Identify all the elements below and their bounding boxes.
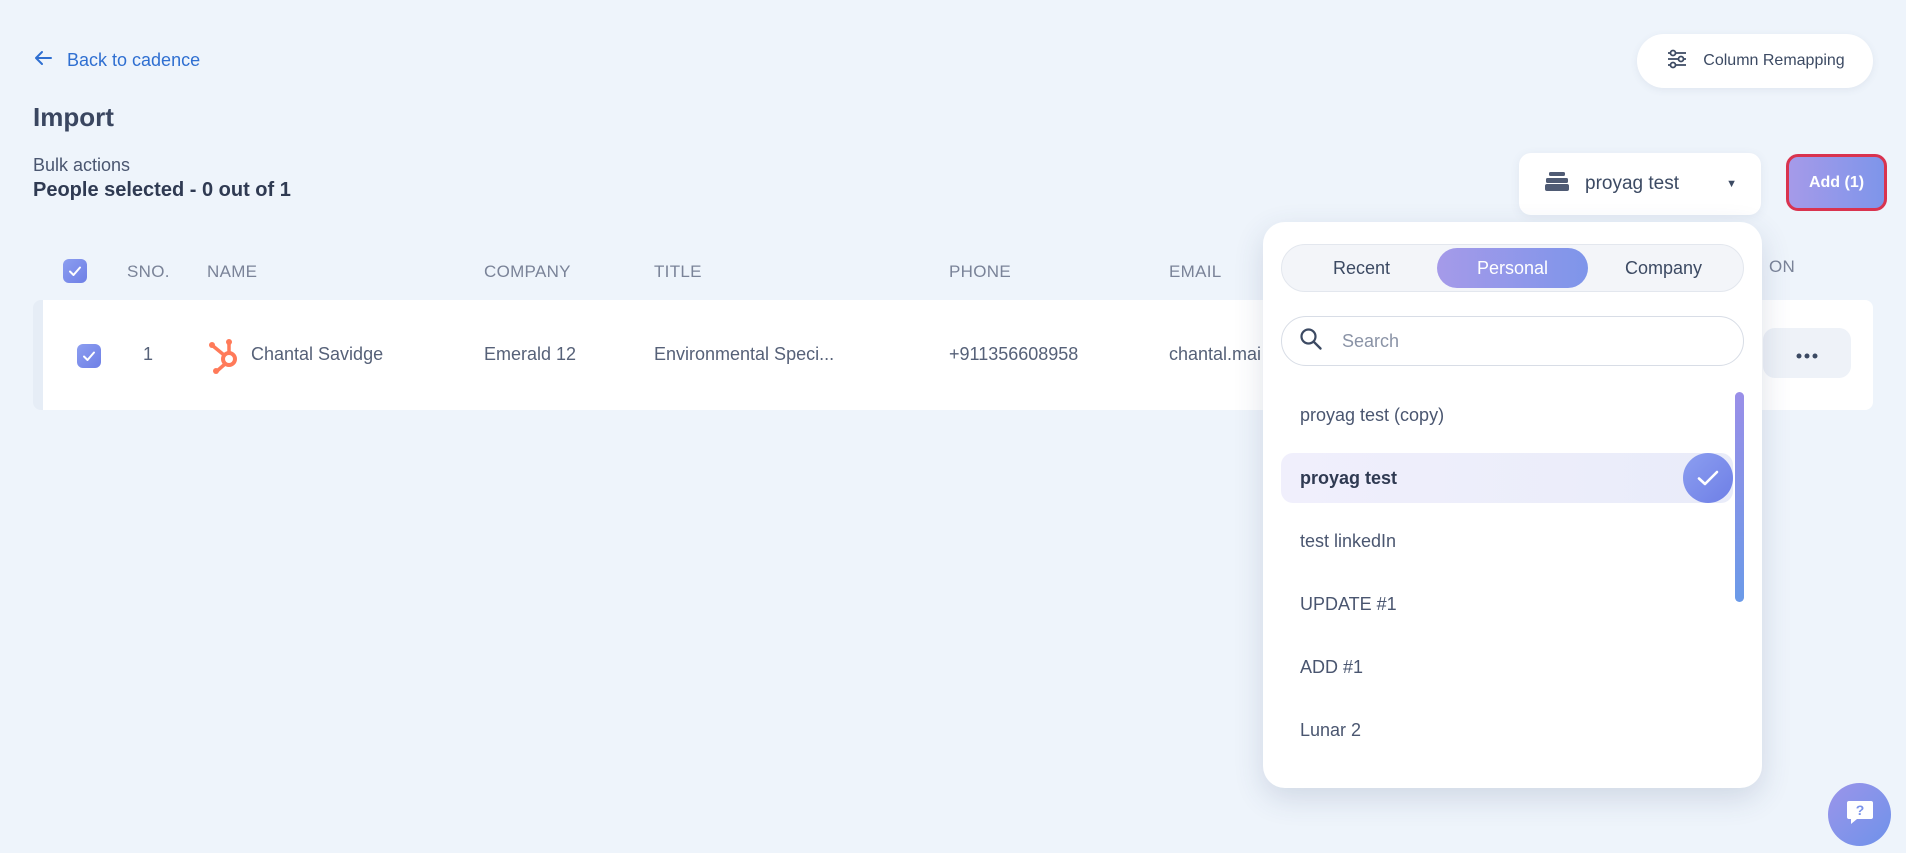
column-header-title: TITLE: [654, 262, 702, 281]
tab-recent[interactable]: Recent: [1286, 248, 1437, 288]
caret-down-icon: ▼: [1726, 178, 1737, 190]
tab-company[interactable]: Company: [1588, 248, 1739, 288]
list-item[interactable]: proyag test (copy): [1281, 390, 1733, 440]
list-item-label: UPDATE #1: [1300, 593, 1397, 614]
row-more-button[interactable]: [1763, 328, 1851, 378]
more-dots-icon: [1795, 343, 1819, 364]
list-item[interactable]: Lunar 2: [1281, 705, 1733, 755]
back-link-label: Back to cadence: [67, 50, 201, 70]
select-all-checkbox[interactable]: [63, 259, 87, 283]
list-select-dropdown[interactable]: proyag test ▼: [1519, 153, 1761, 215]
row-company: Emerald 12: [484, 344, 577, 364]
list-item-label: Lunar 2: [1300, 719, 1362, 740]
svg-text:?: ?: [1855, 802, 1864, 818]
column-header-email: EMAIL: [1169, 262, 1222, 281]
bulk-actions-label: Bulk actions: [33, 155, 131, 175]
arrow-left-icon: [33, 48, 53, 73]
list-item[interactable]: proyag test: [1281, 453, 1733, 503]
column-remapping-button[interactable]: Column Remapping: [1637, 34, 1873, 88]
import-page: Back to cadence Column Remapping Import …: [0, 0, 1906, 853]
column-header-action: ON: [1769, 257, 1796, 276]
stack-icon: [1543, 169, 1571, 199]
row-sno: 1: [143, 344, 154, 364]
list-item-label: proyag test (copy): [1300, 404, 1445, 425]
list-dropdown-panel: Recent Personal Company proyag test (cop…: [1263, 222, 1762, 788]
row-email: chantal.mai: [1169, 344, 1262, 364]
column-header-phone: PHONE: [949, 262, 1011, 281]
list-item[interactable]: UPDATE #1: [1281, 579, 1733, 629]
search-box: [1281, 316, 1744, 366]
list-item-label: ADD #1: [1300, 656, 1364, 677]
back-to-cadence-link[interactable]: Back to cadence: [33, 48, 200, 73]
add-button[interactable]: Add (1): [1786, 154, 1887, 211]
row-title: Environmental Speci...: [654, 344, 835, 364]
hubspot-icon: [207, 336, 241, 379]
list-item[interactable]: test linkedIn: [1281, 516, 1733, 566]
column-remapping-label: Column Remapping: [1703, 52, 1845, 69]
column-header-sno: SNO.: [127, 262, 170, 281]
row-name[interactable]: Chantal Savidge: [251, 344, 383, 365]
help-chat-button[interactable]: ?: [1828, 783, 1891, 846]
column-header-company: COMPANY: [484, 262, 571, 281]
column-header-name: NAME: [207, 262, 258, 281]
search-input[interactable]: [1342, 330, 1702, 352]
page-title: Import: [33, 102, 114, 132]
tab-personal[interactable]: Personal: [1437, 248, 1588, 288]
dropdown-scrollbar[interactable]: [1735, 392, 1744, 602]
list-item-label: proyag test: [1300, 467, 1398, 488]
list-options: proyag test (copy) proyag test test link…: [1281, 390, 1733, 768]
people-selected-count: People selected - 0 out of 1: [33, 179, 291, 201]
help-chat-icon: ?: [1845, 798, 1875, 831]
search-icon: [1298, 326, 1324, 357]
list-select-value: proyag test: [1585, 173, 1679, 194]
row-checkbox[interactable]: [77, 344, 101, 368]
list-type-tabs: Recent Personal Company: [1281, 244, 1744, 292]
row-phone: +911356608958: [949, 344, 1079, 364]
check-icon: [1683, 453, 1733, 503]
list-item[interactable]: ADD #1: [1281, 642, 1733, 692]
sliders-icon: [1665, 47, 1689, 76]
list-item-label: test linkedIn: [1300, 530, 1397, 551]
